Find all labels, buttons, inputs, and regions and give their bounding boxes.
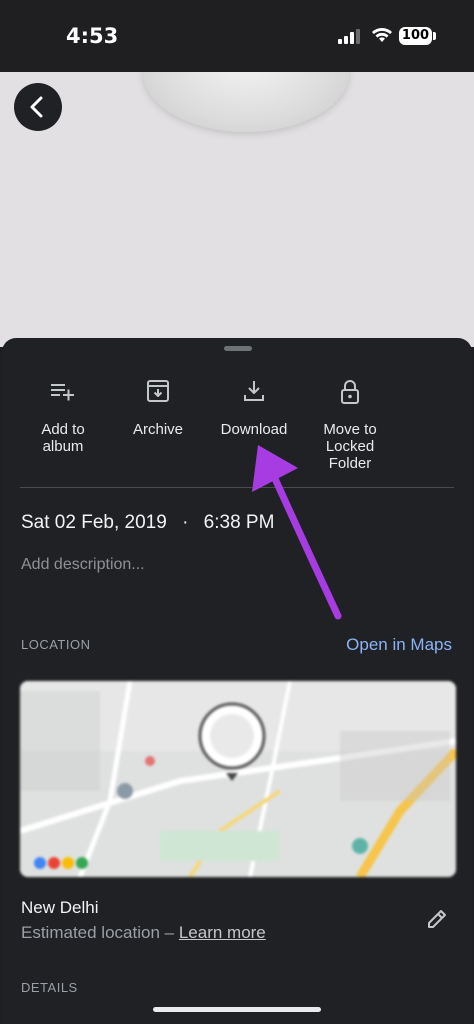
battery-icon: 100 <box>399 27 432 45</box>
actions-divider <box>20 487 454 488</box>
archive-icon <box>147 380 169 402</box>
datetime-separator: · <box>182 512 189 533</box>
add-to-album-button[interactable]: Add to album <box>22 379 104 455</box>
location-city: New Delhi <box>21 898 99 917</box>
home-indicator[interactable] <box>153 1007 321 1012</box>
location-map[interactable] <box>20 681 456 877</box>
wifi-icon <box>372 28 392 42</box>
status-bar: 4:53 100 <box>0 0 474 72</box>
photo-time: 6:38 PM <box>203 512 275 533</box>
playlist-add-icon <box>51 384 74 401</box>
edit-location-button[interactable] <box>424 906 450 937</box>
cellular-signal-icon <box>338 29 360 44</box>
add-to-album-label: Add to album <box>41 421 85 455</box>
details-section-label: DETAILS <box>21 980 78 995</box>
status-time: 4:53 <box>66 24 119 48</box>
open-in-maps-link[interactable]: Open in Maps <box>346 635 452 655</box>
chevron-left-icon <box>30 96 43 118</box>
download-label: Download <box>220 421 288 438</box>
pencil-icon <box>428 910 446 928</box>
photo-date: Sat 02 Feb, 2019 <box>21 512 167 533</box>
battery-level: 100 <box>401 28 430 43</box>
move-to-locked-folder-label: Move to Locked Folder <box>323 421 377 472</box>
download-button[interactable]: Download <box>214 379 294 438</box>
photo-datetime[interactable]: Sat 02 Feb, 2019 · 6:38 PM <box>21 512 274 534</box>
back-button[interactable] <box>14 83 62 131</box>
location-section-label: LOCATION <box>21 637 91 652</box>
move-to-locked-folder-button[interactable]: Move to Locked Folder <box>308 379 392 472</box>
download-icon <box>244 381 264 401</box>
estimated-location-label: Estimated location – <box>21 923 175 942</box>
battery-tip <box>433 32 436 40</box>
estimated-location-text: Estimated location – Learn more <box>21 923 266 943</box>
lock-icon <box>341 380 359 404</box>
photo-preview[interactable] <box>0 72 474 347</box>
archive-label: Archive <box>132 421 184 438</box>
photo-subject <box>143 72 349 132</box>
archive-button[interactable]: Archive <box>120 379 196 438</box>
learn-more-link[interactable]: Learn more <box>179 923 266 942</box>
add-description-field[interactable]: Add description... <box>21 556 145 574</box>
sheet-drag-handle[interactable] <box>224 346 252 351</box>
map-graphic <box>20 681 456 877</box>
